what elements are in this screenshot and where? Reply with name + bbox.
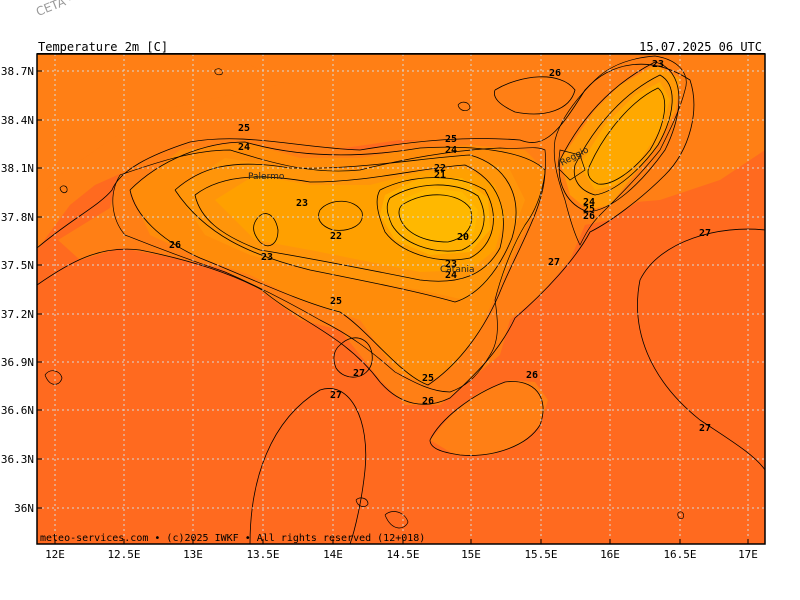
lon-label: 15.5E bbox=[524, 548, 557, 561]
lat-label: 36N bbox=[14, 502, 34, 515]
lon-label: 14E bbox=[323, 548, 343, 561]
contour-value-label: 25 bbox=[422, 373, 434, 384]
lat-label: 38.7N bbox=[1, 65, 34, 78]
contour-value-label: 22 bbox=[330, 231, 342, 242]
contour-value-label: 25 bbox=[238, 123, 250, 134]
contour-value-label: 27 bbox=[330, 390, 342, 401]
contour-value-label: 23 bbox=[261, 252, 273, 263]
lon-label: 15E bbox=[461, 548, 481, 561]
contour-value-label: 25 bbox=[445, 134, 457, 145]
contour-value-label: 20 bbox=[457, 232, 469, 243]
lon-label: 14.5E bbox=[386, 548, 419, 561]
contour-value-label: 23 bbox=[652, 59, 664, 70]
contour-value-label: 26 bbox=[549, 68, 561, 79]
lat-label: 36.9N bbox=[1, 356, 34, 369]
contour-value-label: 26 bbox=[526, 370, 538, 381]
contour-value-label: 25 bbox=[330, 296, 342, 307]
lon-label: 16.5E bbox=[663, 548, 696, 561]
latitude-labels: 38.7N 38.4N 38.1N 37.8N 37.5N 37.2N 36.9N 36.6N… bbox=[1, 65, 42, 515]
city-label-palermo: Palermo bbox=[248, 172, 285, 182]
lat-label: 38.4N bbox=[1, 114, 34, 127]
contour-value-label: 23 bbox=[296, 198, 308, 209]
contour-value-label: 26 bbox=[422, 396, 434, 407]
city-label-catania: Catania bbox=[440, 265, 475, 275]
lat-label: 36.6N bbox=[1, 404, 34, 417]
map-field bbox=[37, 54, 765, 544]
contour-value-label: 21 bbox=[434, 170, 446, 181]
lat-label: 37.5N bbox=[1, 259, 34, 272]
contour-value-label: 26 bbox=[169, 240, 181, 251]
lon-label: 13.5E bbox=[246, 548, 279, 561]
contour-value-label: 24 bbox=[238, 142, 250, 153]
lat-label: 37.8N bbox=[1, 211, 34, 224]
contour-value-label: 24 bbox=[445, 145, 457, 156]
lat-label: 36.3N bbox=[1, 453, 34, 466]
lat-label: 37.2N bbox=[1, 308, 34, 321]
lon-label: 12E bbox=[45, 548, 65, 561]
contour-value-label: 27 bbox=[353, 368, 365, 379]
lon-label: 12.5E bbox=[107, 548, 140, 561]
contour-value-label: 26 bbox=[583, 211, 595, 222]
lon-label: 13E bbox=[183, 548, 203, 561]
lat-label: 38.1N bbox=[1, 162, 34, 175]
contour-value-label: 27 bbox=[699, 228, 711, 239]
lon-label: 16E bbox=[600, 548, 620, 561]
lon-label: 17E bbox=[738, 548, 758, 561]
contour-value-label: 27 bbox=[548, 257, 560, 268]
contour-value-label: 27 bbox=[699, 423, 711, 434]
temperature-map: 38.7N 38.4N 38.1N 37.8N 37.5N 37.2N 36.9N 36.6N… bbox=[1, 53, 766, 561]
copyright-footer: meteo-services.com • (c)2025 IWKF • All … bbox=[40, 533, 426, 544]
